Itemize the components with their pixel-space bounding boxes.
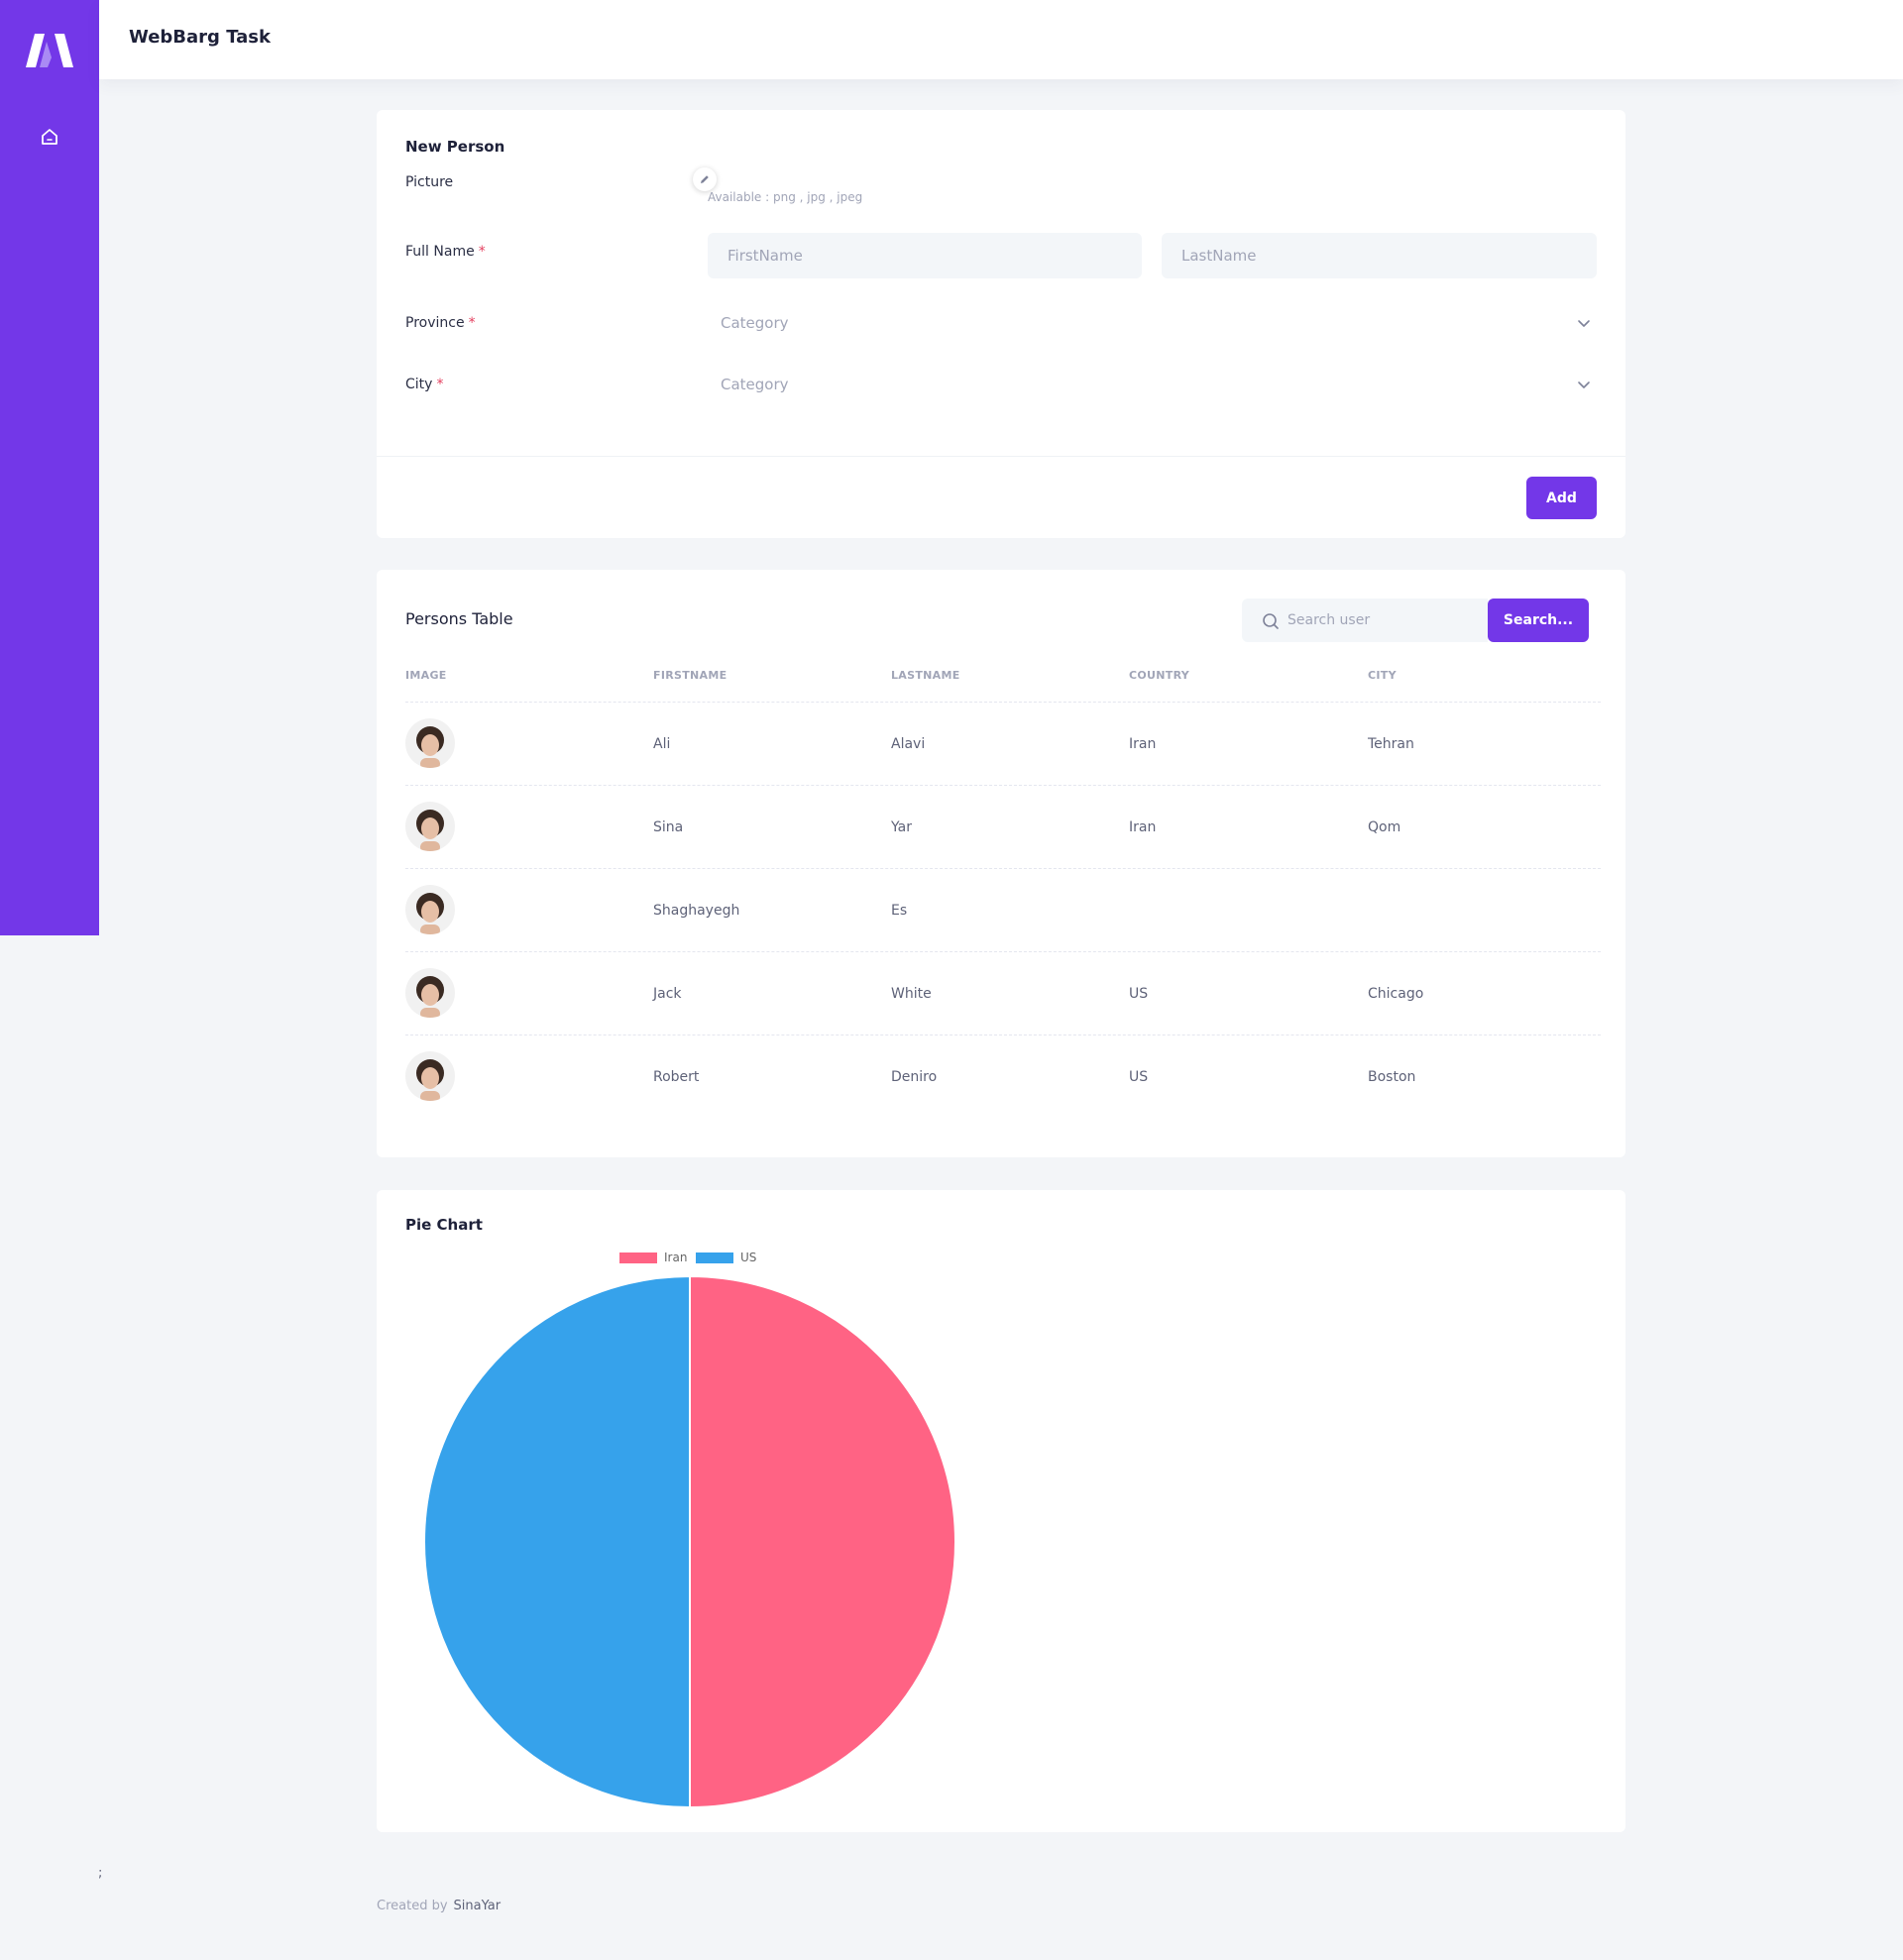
province-label: Province *	[405, 315, 476, 331]
cell-firstname: Robert	[653, 1069, 700, 1085]
cell-country: US	[1129, 986, 1149, 1002]
cell-lastname: Alavi	[891, 736, 926, 752]
search-icon	[1263, 613, 1279, 629]
logo-icon	[26, 34, 73, 67]
cell-lastname: White	[891, 986, 932, 1002]
cell-city: Boston	[1368, 1069, 1416, 1085]
form-divider	[377, 456, 1625, 457]
cell-firstname: Ali	[653, 736, 671, 752]
new-person-card: New Person Picture Available : png , jpg…	[377, 110, 1625, 538]
chevron-down-icon	[1578, 320, 1590, 327]
column-header-country: COUNTRY	[1129, 669, 1189, 682]
column-header-firstname: FIRSTNAME	[653, 669, 728, 682]
pie-slice-us[interactable]	[423, 1274, 691, 1809]
footer: Created by SinaYar	[377, 1899, 501, 1913]
table-title: Persons Table	[405, 609, 513, 628]
cell-city: Qom	[1368, 819, 1401, 835]
search-input[interactable]	[1287, 599, 1486, 642]
legend-swatch-iran	[619, 1252, 657, 1263]
legend-swatch-us	[696, 1252, 733, 1263]
lastname-input[interactable]	[1162, 233, 1597, 278]
table-row: Ali Alavi Iran Tehran	[405, 702, 1601, 785]
cell-firstname: Jack	[653, 986, 682, 1002]
search-button[interactable]: Search...	[1488, 599, 1589, 642]
cell-country: Iran	[1129, 736, 1157, 752]
cell-lastname: Deniro	[891, 1069, 938, 1085]
avatar	[405, 718, 455, 768]
avatar	[405, 885, 455, 934]
province-select[interactable]: Category	[708, 301, 1606, 345]
cell-lastname: Es	[891, 903, 908, 919]
avatar	[405, 802, 455, 851]
cell-firstname: Shaghayegh	[653, 903, 740, 919]
cell-city: Tehran	[1368, 736, 1414, 752]
form-title: New Person	[405, 138, 505, 156]
pie-slice-iran[interactable]	[689, 1274, 956, 1809]
legend-label-us: US	[740, 1251, 757, 1264]
home-button[interactable]	[37, 124, 62, 150]
table-row: Jack White US Chicago	[405, 951, 1601, 1034]
app-title: WebBarg Task	[129, 27, 271, 48]
cell-country: US	[1129, 1069, 1149, 1085]
avatar	[405, 1051, 455, 1101]
fullname-label-text: Full Name	[405, 244, 475, 260]
cell-lastname: Yar	[891, 819, 912, 835]
edit-picture-button[interactable]	[693, 167, 717, 191]
cell-firstname: Sina	[653, 819, 684, 835]
fullname-label: Full Name *	[405, 244, 486, 260]
cell-country: Iran	[1129, 819, 1157, 835]
column-header-lastname: LASTNAME	[891, 669, 960, 682]
required-mark: *	[478, 244, 486, 260]
sidebar	[0, 0, 99, 935]
pie-chart	[423, 1274, 956, 1809]
column-header-city: CITY	[1368, 669, 1397, 682]
province-select-value: Category	[721, 314, 789, 332]
table-row: Shaghayegh Es	[405, 868, 1601, 951]
city-label: City *	[405, 377, 443, 392]
avatar	[405, 968, 455, 1018]
legend-item-us[interactable]: US	[696, 1251, 756, 1264]
column-header-image: IMAGE	[405, 669, 447, 682]
header: WebBarg Task	[99, 0, 1903, 79]
chart-title: Pie Chart	[405, 1216, 483, 1234]
footer-created-by: Created by	[377, 1899, 448, 1913]
cell-city: Chicago	[1368, 986, 1424, 1002]
table-row: Sina Yar Iran Qom	[405, 785, 1601, 868]
firstname-input[interactable]	[708, 233, 1142, 278]
search-box	[1242, 599, 1488, 642]
legend-item-iran[interactable]: Iran	[619, 1251, 687, 1264]
picture-label: Picture	[405, 174, 454, 190]
add-button[interactable]: Add	[1526, 477, 1597, 519]
chevron-down-icon	[1578, 381, 1590, 388]
city-label-text: City	[405, 377, 433, 392]
table-row: Robert Deniro US Boston	[405, 1034, 1601, 1118]
persons-table-card: Persons Table Search... IMAGE FIRSTNAME …	[377, 570, 1625, 1157]
footer-author-link[interactable]: SinaYar	[454, 1899, 502, 1913]
required-mark: *	[436, 377, 444, 392]
footer-semicolon: ;	[98, 1866, 103, 1881]
province-label-text: Province	[405, 315, 465, 331]
pencil-icon	[701, 175, 709, 183]
picture-hint: Available : png , jpg , jpeg	[708, 190, 863, 204]
pie-chart-card: Pie Chart Iran US	[377, 1190, 1625, 1832]
required-mark: *	[468, 315, 476, 331]
city-select-value: Category	[721, 376, 789, 393]
home-icon	[42, 129, 57, 145]
legend-label-iran: Iran	[664, 1251, 688, 1264]
city-select[interactable]: Category	[708, 363, 1606, 406]
